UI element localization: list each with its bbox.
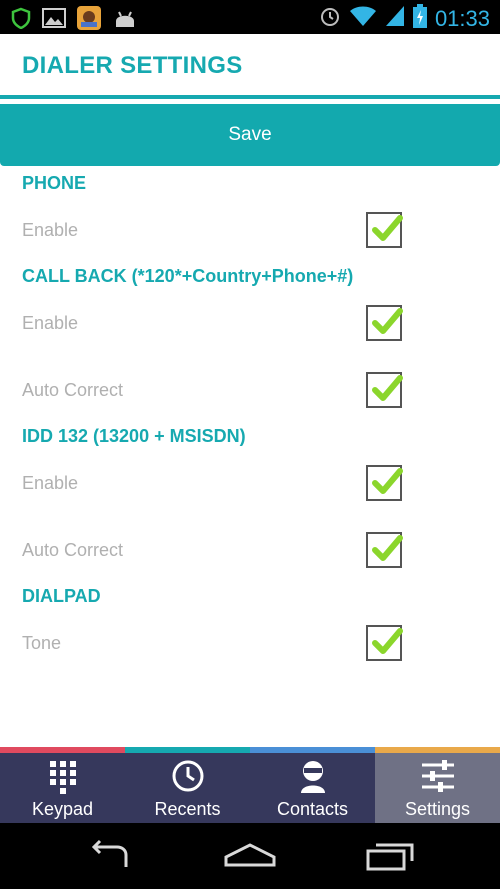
shield-icon: [10, 7, 32, 34]
save-button[interactable]: Save: [0, 104, 500, 166]
checkmark-icon: [372, 375, 403, 401]
checkmark-icon: [372, 308, 403, 334]
dialpad-tone-label: Tone: [22, 633, 62, 653]
nav-label-recents: Recents: [154, 799, 221, 819]
android-icon: [112, 7, 138, 34]
clock-icon: [171, 759, 205, 798]
back-icon[interactable]: [86, 839, 136, 878]
game-app-icon: [76, 5, 102, 36]
checkmark-icon: [372, 535, 403, 561]
signal-icon: [385, 5, 405, 32]
app-header: DIALER SETTINGS: [0, 34, 500, 98]
alarm-icon: [319, 5, 341, 32]
nav-item-settings[interactable]: Settings: [375, 753, 500, 823]
section-title-phone: PHONE: [22, 173, 87, 193]
status-bar: 01:33: [0, 0, 500, 34]
phone-enable-checkbox[interactable]: [366, 212, 403, 248]
nav-item-recents[interactable]: Recents: [125, 753, 250, 823]
battery-charging-icon: [412, 4, 427, 33]
section-title-callback: CALL BACK (*120*+Country+Phone+#): [22, 266, 354, 286]
section-title-dialpad: DIALPAD: [22, 586, 101, 606]
callback-autocorrect-label: Auto Correct: [22, 380, 124, 400]
sliders-icon: [420, 759, 456, 798]
checkmark-icon: [372, 628, 403, 654]
idd-autocorrect-label: Auto Correct: [22, 540, 124, 560]
recent-apps-icon[interactable]: [366, 839, 416, 878]
nav-item-contacts[interactable]: Contacts: [250, 753, 375, 823]
keypad-icon: [48, 759, 78, 800]
phone-enable-label: Enable: [22, 220, 79, 240]
header-divider: [0, 95, 500, 99]
page-title: DIALER SETTINGS: [22, 52, 243, 79]
dialpad-tone-checkbox[interactable]: [366, 625, 403, 661]
image-icon: [42, 7, 66, 34]
wifi-icon: [349, 5, 377, 32]
home-icon[interactable]: [224, 839, 276, 878]
status-time: 01:33: [434, 5, 490, 31]
system-nav-bar: [0, 823, 500, 889]
callback-enable-label: Enable: [22, 313, 79, 333]
nav-label-contacts: Contacts: [276, 799, 349, 819]
nav-label-keypad: Keypad: [31, 799, 94, 819]
idd-autocorrect-checkbox[interactable]: [366, 532, 403, 568]
section-title-idd: IDD 132 (13200 + MSISDN): [22, 426, 246, 446]
nav-label-settings: Settings: [404, 799, 471, 819]
callback-autocorrect-checkbox[interactable]: [366, 372, 403, 408]
checkmark-icon: [372, 468, 403, 494]
idd-enable-label: Enable: [22, 473, 79, 493]
contact-icon: [298, 759, 328, 798]
checkmark-icon: [372, 215, 403, 241]
idd-enable-checkbox[interactable]: [366, 465, 403, 501]
nav-item-keypad[interactable]: Keypad: [0, 753, 125, 823]
bottom-nav: Keypad Recents Contacts Settings: [0, 753, 500, 823]
callback-enable-checkbox[interactable]: [366, 305, 403, 341]
